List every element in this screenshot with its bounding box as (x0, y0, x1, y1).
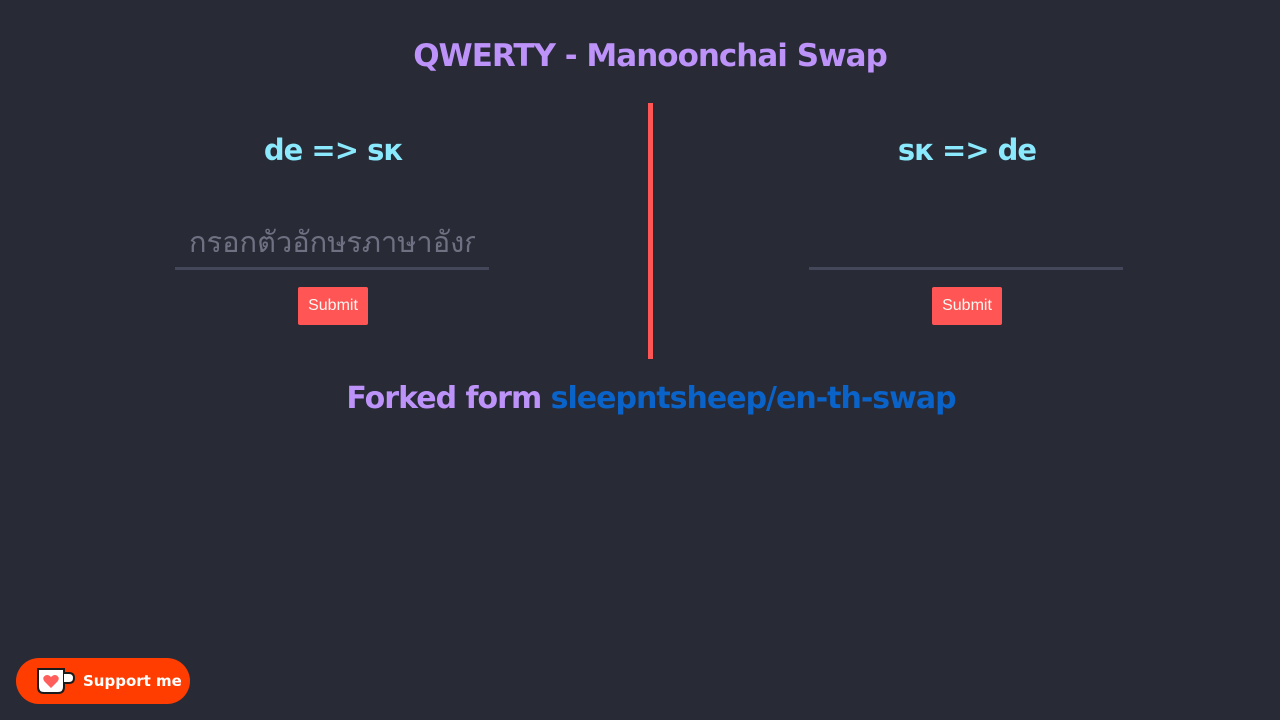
submit-button-th-to-en[interactable]: Submit (932, 287, 1002, 325)
panel-th-to-en: sк => de Submit (647, 103, 1280, 359)
support-me-button[interactable]: Support me (16, 658, 190, 704)
support-me-label: Support me (83, 672, 182, 690)
panel-heading-th-to-en: sк => de (897, 133, 1037, 167)
submit-button-en-to-th[interactable]: Submit (298, 287, 368, 325)
panel-en-to-th: de => sк Submit (13, 103, 653, 359)
panel-heading-en-to-th: de => sк (263, 133, 403, 167)
english-text-input[interactable] (175, 208, 489, 270)
page-title: QWERTY - Manoonchai Swap (413, 38, 888, 74)
repo-link[interactable]: sleepntsheep/en-th-swap (551, 381, 957, 416)
kofi-cup-heart-icon (37, 668, 76, 694)
page: QWERTY - Manoonchai Swap de => sк Submit… (0, 0, 1280, 720)
footer-credit: Forked form sleepntsheep/en-th-swap (0, 381, 1280, 416)
footer-prefix: Forked form (346, 381, 542, 416)
thai-text-input[interactable] (809, 208, 1123, 270)
